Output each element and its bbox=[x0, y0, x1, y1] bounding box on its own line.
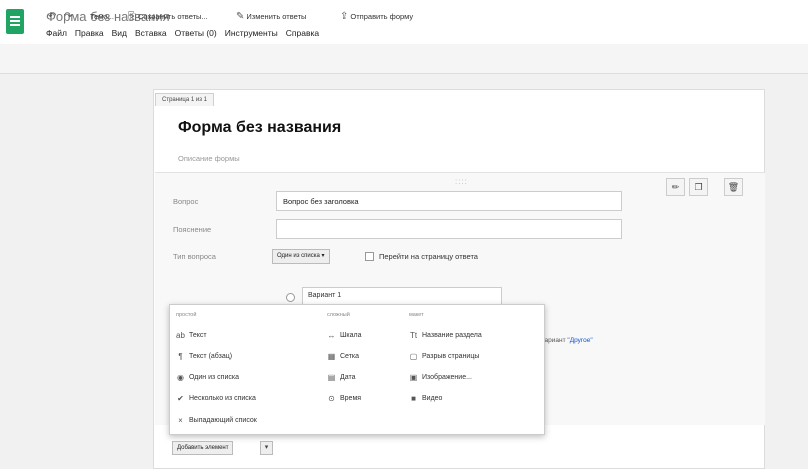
list-icon: × bbox=[178, 416, 183, 425]
checkmark-icon: ✔ bbox=[177, 394, 184, 403]
menu-item-video[interactable]: ■ Видео bbox=[409, 394, 442, 403]
menu-responses[interactable]: Ответы (0) bbox=[175, 28, 217, 38]
scale-icon: ↔ bbox=[327, 331, 336, 340]
menu-view[interactable]: Вид bbox=[112, 28, 127, 38]
question-type-select[interactable]: Один из списка ▾ bbox=[272, 249, 330, 264]
menu-item-time[interactable]: ⊙ Время bbox=[327, 394, 361, 403]
forms-app-icon[interactable] bbox=[6, 9, 24, 34]
question-type-label: Тип вопроса bbox=[173, 252, 216, 261]
menu-heading-complex: сложный bbox=[327, 312, 350, 318]
hint-label: Пояснение bbox=[173, 225, 212, 234]
radio-icon: ◉ bbox=[177, 373, 184, 382]
menu-insert[interactable]: Вставка bbox=[135, 28, 167, 38]
grid-icon: ▦ bbox=[327, 352, 336, 361]
menu-item-paragraph[interactable]: ¶ Текст (абзац) bbox=[176, 352, 232, 361]
video-icon: ■ bbox=[411, 394, 416, 403]
redo-icon: ↷ bbox=[64, 10, 73, 22]
theme-button[interactable]: Тема... bbox=[90, 10, 114, 22]
duplicate-question-button[interactable]: ❐ bbox=[689, 178, 708, 196]
section-header-icon: Tt bbox=[409, 331, 418, 340]
add-element-dropdown-arrow[interactable]: ▾ bbox=[260, 441, 273, 455]
menu-bar: Файл Правка Вид Вставка Ответы (0) Инстр… bbox=[46, 28, 319, 38]
pencil-icon: ✎ bbox=[236, 10, 245, 22]
send-form-button[interactable]: ⇪ Отправить форму bbox=[340, 10, 413, 22]
menu-edit[interactable]: Правка bbox=[75, 28, 104, 38]
app-header: Форма без названия Файл Правка Вид Встав… bbox=[0, 0, 808, 44]
menu-heading-layout: макет bbox=[409, 312, 424, 318]
menu-item-date[interactable]: ▤ Дата bbox=[327, 373, 356, 382]
paragraph-icon: ¶ bbox=[178, 352, 183, 361]
undo-icon: ↶ bbox=[48, 10, 57, 22]
edit-question-button[interactable]: ✏ bbox=[666, 178, 685, 196]
menu-heading-simple: простой bbox=[176, 312, 197, 318]
menu-item-section-header[interactable]: Tt Название раздела bbox=[409, 331, 482, 340]
menu-file[interactable]: Файл bbox=[46, 28, 67, 38]
question-title-input[interactable]: Вопрос без заголовка bbox=[276, 191, 622, 211]
send-icon: ⇪ bbox=[340, 10, 349, 22]
option-input[interactable]: Вариант 1 bbox=[302, 287, 502, 305]
menu-item-text[interactable]: ab Текст bbox=[176, 331, 207, 340]
hint-input[interactable] bbox=[276, 219, 622, 239]
calendar-icon: ▤ bbox=[327, 373, 336, 382]
image-icon: ▣ bbox=[409, 373, 418, 382]
clock-icon: ⊙ bbox=[328, 394, 335, 403]
save-answers-button[interactable]: ⎘ Сохранить ответы... bbox=[128, 10, 208, 22]
menu-help[interactable]: Справка bbox=[286, 28, 319, 38]
pencil-icon: ✏ bbox=[671, 181, 680, 192]
menu-item-image[interactable]: ▣ Изображение... bbox=[409, 373, 472, 382]
menu-item-dropdown[interactable]: × Выпадающий список bbox=[176, 416, 257, 425]
add-element-button[interactable]: Добавить элемент bbox=[172, 441, 234, 455]
toolbar bbox=[0, 44, 808, 74]
page-break-icon: ▢ bbox=[409, 352, 418, 361]
edit-answers-button[interactable]: ✎ Изменить ответы bbox=[236, 10, 306, 22]
duplicate-icon: ❐ bbox=[694, 181, 703, 192]
save-icon: ⎘ bbox=[128, 10, 136, 22]
drag-handle-icon[interactable]: :::: bbox=[455, 177, 468, 186]
redo-button[interactable]: ↷ bbox=[64, 10, 72, 22]
form-title[interactable]: Форма без названия bbox=[178, 119, 341, 137]
goto-page-label: Перейти на страницу ответа bbox=[379, 252, 478, 261]
menu-item-page-break[interactable]: ▢ Разрыв страницы bbox=[409, 352, 480, 361]
page-tab[interactable]: Страница 1 из 1 bbox=[155, 93, 214, 106]
form-description[interactable]: Описание формы bbox=[178, 154, 240, 163]
trash-icon: 🗑 bbox=[727, 181, 740, 192]
add-other-link[interactable]: "Другое" bbox=[567, 337, 592, 344]
menu-item-checkboxes[interactable]: ✔ Несколько из списка bbox=[176, 394, 256, 403]
menu-item-grid[interactable]: ▦ Сетка bbox=[327, 352, 359, 361]
menu-tools[interactable]: Инструменты bbox=[225, 28, 278, 38]
option-radio bbox=[286, 293, 295, 302]
question-label: Вопрос bbox=[173, 197, 199, 206]
menu-item-scale[interactable]: ↔ Шкала bbox=[327, 331, 362, 340]
goto-page-checkbox[interactable] bbox=[365, 252, 374, 261]
delete-question-button[interactable]: 🗑 bbox=[724, 178, 743, 196]
abc-icon: ab bbox=[176, 331, 185, 340]
menu-item-multiple-choice[interactable]: ◉ Один из списка bbox=[176, 373, 239, 382]
undo-button[interactable]: ↶ bbox=[48, 10, 56, 22]
